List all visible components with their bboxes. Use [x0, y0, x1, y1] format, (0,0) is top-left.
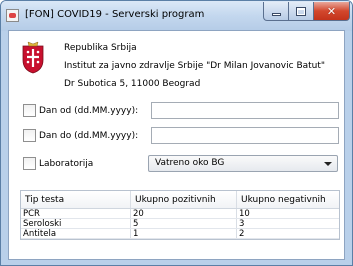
- lab-checkbox-box[interactable]: [23, 157, 36, 170]
- minimize-icon: [271, 13, 281, 16]
- date-to-label: Dan do (dd.MM.yyyy):: [39, 130, 139, 141]
- column-header-test-type[interactable]: Tip testa: [21, 191, 131, 208]
- results-table: Tip testa Ukupno pozitivnih Ukupno negat…: [20, 190, 340, 240]
- minimize-button[interactable]: [263, 2, 289, 21]
- cell-test-type: Antitela: [21, 229, 131, 239]
- app-window: [FON] COVID19 - Serverski program ✕ Repu…: [0, 0, 353, 266]
- column-header-negative[interactable]: Ukupno negativnih: [237, 191, 339, 208]
- title-bar[interactable]: [FON] COVID19 - Serverski program ✕: [1, 1, 352, 31]
- date-to-checkbox-box[interactable]: [23, 129, 36, 142]
- header-country: Republika Srbija: [64, 43, 137, 53]
- table-row[interactable]: PCR 20 10: [21, 209, 339, 219]
- cell-test-type: PCR: [21, 209, 131, 219]
- header-institute: Institut za javno zdravlje Srbije "Dr Mi…: [64, 61, 326, 71]
- serbia-coat-of-arms-icon: [22, 41, 44, 74]
- cell-test-type: Seroloski: [21, 219, 131, 229]
- chevron-down-icon: [324, 162, 332, 166]
- maximize-icon: [296, 6, 306, 16]
- cell-positive: 5: [131, 219, 237, 229]
- cell-negative: 2: [239, 229, 245, 239]
- table-header: Tip testa Ukupno pozitivnih Ukupno negat…: [21, 191, 339, 209]
- date-from-label: Dan od (dd.MM.yyyy):: [39, 105, 139, 116]
- main-panel: Republika Srbija Institut za javno zdrav…: [8, 30, 345, 260]
- table-row[interactable]: Antitela 1 2: [21, 229, 339, 239]
- window-title: [FON] COVID19 - Serverski program: [25, 9, 205, 20]
- header-address: Dr Subotica 5, 11000 Beograd: [64, 79, 201, 89]
- close-icon: ✕: [326, 4, 337, 18]
- close-button[interactable]: ✕: [314, 2, 350, 21]
- lab-select[interactable]: Vatreno oko BG: [148, 155, 338, 172]
- cell-negative: 10: [239, 209, 250, 219]
- cell-positive: 20: [131, 209, 237, 219]
- cell-negative: 3: [239, 219, 245, 229]
- column-header-positive[interactable]: Ukupno pozitivnih: [131, 191, 237, 208]
- date-to-checkbox[interactable]: Dan do (dd.MM.yyyy):: [23, 129, 138, 142]
- app-icon: [6, 9, 19, 22]
- cell-positive: 1: [131, 229, 237, 239]
- date-to-field[interactable]: [151, 127, 339, 144]
- lab-select-value: Vatreno oko BG: [155, 158, 225, 168]
- lab-checkbox[interactable]: Laboratorija: [23, 157, 93, 170]
- table-row[interactable]: Seroloski 5 3: [21, 219, 339, 229]
- maximize-button[interactable]: [289, 2, 314, 21]
- date-from-field[interactable]: [151, 102, 339, 119]
- lab-label: Laboratorija: [39, 158, 94, 169]
- date-from-checkbox[interactable]: Dan od (dd.MM.yyyy):: [23, 104, 138, 117]
- date-from-checkbox-box[interactable]: [23, 104, 36, 117]
